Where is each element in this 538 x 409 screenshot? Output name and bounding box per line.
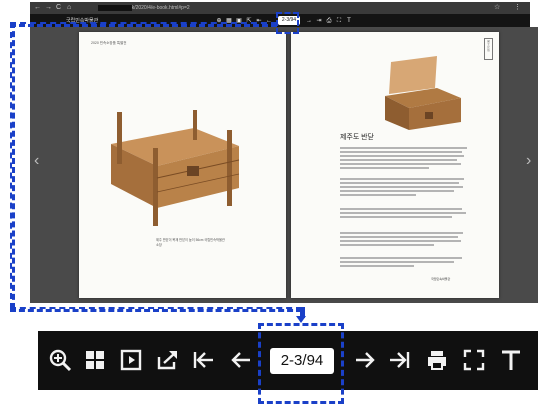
text-icon[interactable]: T <box>346 18 352 24</box>
page-header: 2020 민속소장품 특별전 <box>91 41 127 45</box>
fullscreen-icon[interactable] <box>462 348 486 372</box>
page-indicator-highlight <box>258 323 344 404</box>
menu-icon[interactable]: ⋮ <box>514 2 521 14</box>
connector-line <box>10 22 277 27</box>
print-icon[interactable]: ⎙ <box>326 18 332 24</box>
share-icon[interactable] <box>155 348 179 372</box>
slideshow-icon[interactable] <box>119 348 143 372</box>
print-icon[interactable] <box>425 348 449 372</box>
zoom-in-icon[interactable] <box>48 348 72 372</box>
left-page: 2020 민속소장품 특별전 제주 반닫이 목재 반닫이 높이 56cm 국립민… <box>79 32 286 298</box>
open-chest-image <box>385 56 461 130</box>
text-icon[interactable] <box>499 348 523 372</box>
thumbnails-icon[interactable] <box>83 348 107 372</box>
body-text-block <box>340 208 467 220</box>
previous-arrow-icon[interactable]: ‹ <box>34 152 39 170</box>
body-text-block <box>340 178 467 198</box>
last-page-icon[interactable] <box>388 348 412 372</box>
previous-page-icon[interactable] <box>229 348 253 372</box>
home-icon[interactable]: ⌂ <box>67 2 71 14</box>
body-text-block <box>340 147 467 171</box>
wooden-chest-image <box>111 110 240 226</box>
bookmark-icon[interactable]: ☆ <box>494 2 500 14</box>
body-text-block <box>340 257 467 269</box>
fullscreen-icon[interactable]: ⛶ <box>336 18 342 24</box>
article-title: 제주도 반닫 <box>340 133 374 141</box>
right-page: 國立民俗 제주도 반닫 국립민속박물관 <box>291 32 499 298</box>
redaction-mask <box>98 5 132 11</box>
first-page-icon[interactable] <box>191 348 215 372</box>
next-arrow-icon[interactable]: › <box>526 152 531 170</box>
book-viewer: ‹ › 2020 민속소장품 특별전 제주 반닫이 목재 반닫이 높이 56cm… <box>30 27 538 303</box>
next-page-icon[interactable] <box>353 348 377 372</box>
image-caption: 제주 반닫이 목재 반닫이 높이 56cm 국립민속박물관 소장 <box>156 238 225 247</box>
last-page-icon[interactable]: ⇥ <box>316 18 322 24</box>
connector-line <box>10 22 15 309</box>
small-page-indicator-highlight <box>276 12 299 34</box>
connector-line <box>10 307 302 312</box>
signature-text: 국립민속박물관 <box>431 277 451 281</box>
forward-icon[interactable]: → <box>45 2 52 14</box>
reload-icon[interactable]: C <box>56 2 61 14</box>
back-icon[interactable]: ← <box>34 2 41 14</box>
next-page-icon[interactable]: → <box>306 18 312 24</box>
body-text-block <box>340 232 467 248</box>
museum-seal: 國立民俗 <box>484 38 493 60</box>
